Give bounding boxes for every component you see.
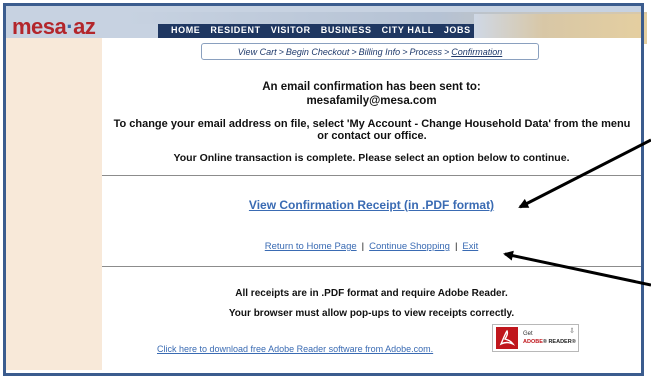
page-frame: mesa·az HOME RESIDENT VISITOR BUSINESS C…: [0, 0, 651, 384]
annotation-arrows: [503, 138, 651, 287]
arrow-to-receipt-icon: [518, 138, 651, 209]
arrow-to-exit-icon: [503, 250, 651, 287]
